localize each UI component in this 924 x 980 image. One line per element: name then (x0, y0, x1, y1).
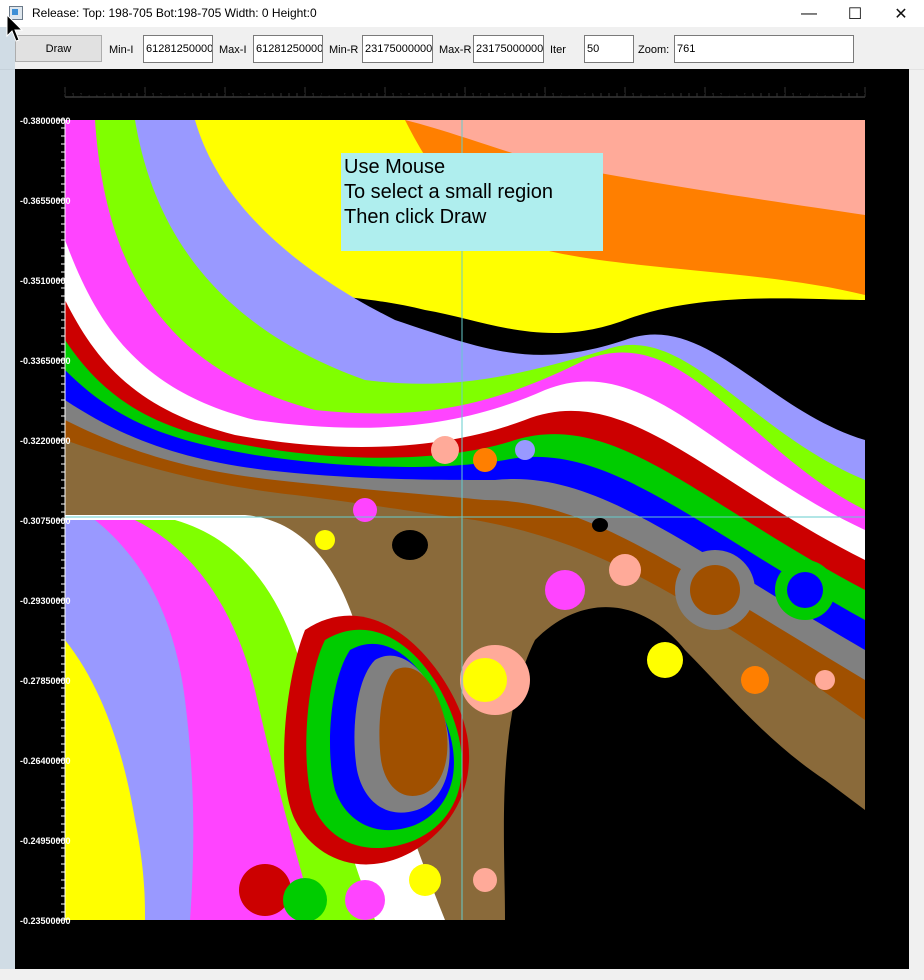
y-tick-label: -0.27850000 (20, 676, 71, 686)
window-bottom-edge (0, 969, 924, 980)
min-r-label: Min-R (329, 44, 359, 56)
y-tick-label: -0.33650000 (20, 356, 71, 366)
instruction-box: Use Mouse To select a small region Then … (341, 153, 603, 251)
x-tick-label: -1.10500000 (862, 88, 909, 99)
max-r-label: Max-R (439, 44, 472, 56)
y-axis: -0.38000000 -0.36550000 -0.35100000 -0.3365… (20, 116, 71, 926)
x-axis: -1.25000000 -1.23550000 -1.22100000 -1.2065… (62, 87, 909, 99)
y-tick-label: -0.23500000 (20, 916, 71, 926)
y-tick-label: -0.30750000 (20, 516, 71, 526)
zoom-input[interactable]: 761 (674, 35, 854, 63)
y-tick-label: -0.29300000 (20, 596, 71, 606)
min-r-input[interactable]: 23175000000 (362, 35, 433, 63)
minimize-button[interactable]: — (786, 0, 832, 27)
instruction-line-1: Use Mouse (344, 156, 446, 178)
max-i-label: Max-I (219, 44, 247, 56)
instruction-line-3: Then click Draw (344, 206, 487, 228)
x-tick-label: -1.25000000 (62, 88, 119, 99)
iter-label: Iter (550, 44, 566, 56)
zoom-label: Zoom: (638, 44, 670, 56)
y-tick-label: -0.35100000 (20, 276, 71, 286)
instruction-line-2: To select a small region (344, 181, 553, 203)
y-tick-label: -0.24950000 (20, 836, 71, 846)
max-i-input[interactable]: 61281250000 (253, 35, 323, 63)
x-tick-label: -1.20650000 (302, 88, 359, 99)
desktop-edge (0, 27, 15, 969)
y-tick-label: -0.36550000 (20, 196, 71, 206)
x-tick-label: -1.17750000 (462, 88, 519, 99)
min-i-label: Min-I (109, 44, 134, 56)
close-button[interactable]: ✕ (878, 0, 924, 27)
mouse-cursor-icon (6, 14, 24, 42)
x-tick-label: -1.22100000 (222, 88, 279, 99)
toolbar: Draw Min-I 61281250000 Max-I 61281250000… (0, 27, 924, 70)
x-tick-label: -1.14850000 (622, 88, 679, 99)
x-tick-label: -1.23550000 (142, 88, 199, 99)
y-tick-label: -0.26400000 (20, 756, 71, 766)
maximize-button[interactable]: ☐ (832, 0, 878, 27)
x-tick-label: -1.16300000 (542, 88, 599, 99)
min-i-input[interactable]: 61281250000 (143, 35, 213, 63)
window-title: Release: Top: 198-705 Bot:198-705 Width:… (32, 6, 317, 20)
title-bar: Release: Top: 198-705 Bot:198-705 Width:… (0, 0, 924, 27)
x-tick-label: -1.19200000 (382, 88, 439, 99)
draw-button[interactable]: Draw (15, 35, 102, 62)
iter-input[interactable]: 50 (584, 35, 634, 63)
x-tick-label: -1.11950000 (782, 88, 838, 99)
y-tick-label: -0.38000000 (20, 116, 71, 126)
y-tick-label: -0.32200000 (20, 436, 71, 446)
max-r-input[interactable]: 23175000000 (473, 35, 544, 63)
x-tick-label: -1.13400000 (702, 88, 759, 99)
